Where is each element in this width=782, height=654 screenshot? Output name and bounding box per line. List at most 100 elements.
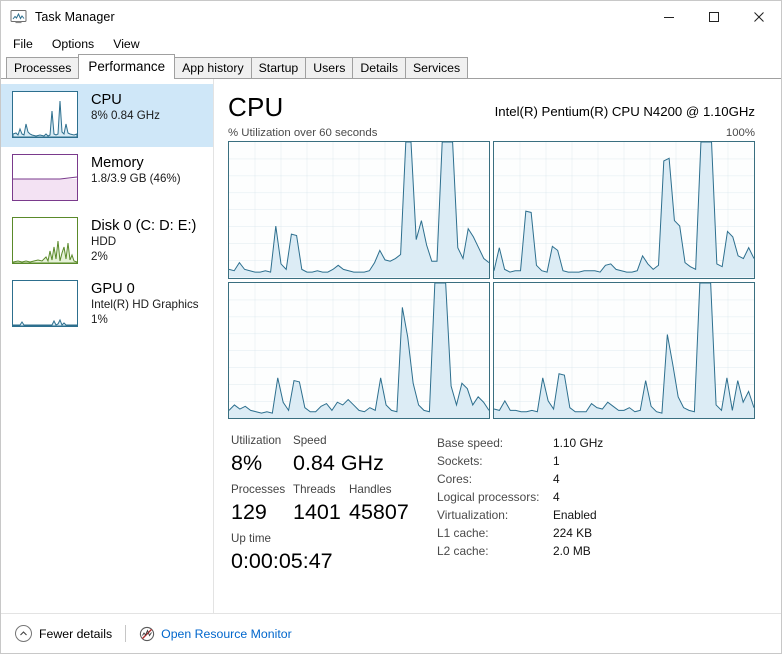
cpu-graph-0[interactable] (228, 141, 490, 279)
sidebar-gpu-sub1: Intel(R) HD Graphics (91, 298, 199, 311)
sidebar-item-gpu[interactable]: GPU 0 Intel(R) HD Graphics 1% (1, 273, 213, 336)
spec-row-cores: Cores: 4 (437, 470, 757, 488)
spec-row-sockets: Sockets: 1 (437, 452, 757, 470)
sidebar-gpu-sub2: 1% (91, 312, 108, 326)
cpu-graph-1[interactable] (493, 141, 755, 279)
tab-users[interactable]: Users (305, 57, 354, 78)
tab-performance[interactable]: Performance (78, 54, 176, 79)
stats-row-2: Processes Threads Handles (231, 481, 437, 498)
menu-item-view[interactable]: View (109, 35, 148, 53)
sidebar-item-disk[interactable]: Disk 0 (C: D: E:) HDD 2% (1, 210, 213, 273)
spec-value-l1-cache: 224 KB (553, 526, 593, 540)
performance-detail-panel: CPU Intel(R) Pentium(R) CPU N4200 @ 1.10… (214, 79, 781, 613)
spec-key-logical-processors: Logical processors: (437, 490, 540, 504)
memory-thumbnail-graph (12, 154, 78, 201)
tab-processes[interactable]: Processes (6, 57, 80, 78)
cpu-core-graphs (228, 141, 757, 419)
speed-value: 0.84 GHz (293, 451, 384, 475)
spec-key-virtualization: Virtualization: (437, 508, 509, 522)
tab-app-history[interactable]: App history (174, 57, 252, 78)
content-area: CPU 8% 0.84 GHz Memory 1.8/3.9 GB (46%) (1, 79, 781, 613)
spec-row-l2-cache: L2 cache: 2.0 MB (437, 542, 757, 560)
cpu-model-name: Intel(R) Pentium(R) CPU N4200 @ 1.10GHz (494, 104, 755, 119)
tab-services[interactable]: Services (404, 57, 469, 78)
menu-bar: File Options View (1, 32, 781, 55)
cpu-info: CPU 8% 0.84 GHz (91, 91, 160, 124)
stats-row-1-values: 8% 0.84 GHz (231, 449, 437, 481)
sidebar-item-memory[interactable]: Memory 1.8/3.9 GB (46%) (1, 147, 213, 210)
sidebar-disk-sub1: HDD (91, 235, 117, 248)
fewer-details-label: Fewer details (39, 626, 113, 641)
cpu-thumbnail-graph (12, 91, 78, 138)
spec-key-sockets: Sockets: (437, 454, 483, 468)
processes-label: Processes (231, 483, 286, 496)
status-separator (125, 625, 127, 642)
sidebar-memory-sub: 1.8/3.9 GB (46%) (91, 172, 181, 185)
maximize-button[interactable] (691, 1, 736, 32)
threads-value: 1401 (293, 500, 341, 524)
cpu-spec-list: Base speed: 1.10 GHz Sockets: 1 Cores: 4… (437, 432, 757, 579)
fewer-details-button[interactable]: Fewer details (15, 625, 112, 642)
title-bar: Task Manager (1, 1, 781, 32)
open-resource-monitor-link[interactable]: Open Resource Monitor (139, 626, 292, 642)
spec-value-virtualization: Enabled (553, 508, 597, 522)
utilization-label: Utilization (231, 434, 282, 447)
minimize-button[interactable] (646, 1, 691, 32)
stat-utilization: Utilization (231, 432, 293, 449)
menu-item-file[interactable]: File (9, 35, 42, 53)
handles-value: 45807 (349, 500, 409, 524)
stat-speed: Speed (293, 432, 381, 449)
spec-key-cores: Cores: (437, 472, 473, 486)
sidebar-disk-title: Disk 0 (C: D: E:) (91, 218, 197, 234)
resource-monitor-icon (139, 626, 155, 642)
menu-item-options[interactable]: Options (48, 35, 103, 53)
uptime-value: 0:00:05:47 (231, 549, 333, 573)
stats-row-3: Up time 0:00:05:47 (231, 530, 437, 579)
resource-sidebar: CPU 8% 0.84 GHz Memory 1.8/3.9 GB (46%) (1, 79, 214, 613)
gpu-thumbnail-graph (12, 280, 78, 327)
spec-key-l2-cache: L2 cache: (437, 544, 489, 558)
sidebar-disk-sub2: 2% (91, 249, 108, 263)
spec-row-logical-processors: Logical processors: 4 (437, 488, 757, 506)
gpu-info: GPU 0 Intel(R) HD Graphics 1% (91, 280, 199, 327)
graph-caption-left: % Utilization over 60 seconds (228, 127, 378, 139)
spec-value-l2-cache: 2.0 MB (553, 544, 591, 558)
window-controls (646, 1, 781, 32)
cpu-graph-2[interactable] (228, 281, 490, 419)
uptime-label: Up time (231, 532, 271, 545)
tab-strip: Processes Performance App history Startu… (1, 54, 781, 79)
speed-label: Speed (293, 434, 327, 447)
sidebar-item-cpu[interactable]: CPU 8% 0.84 GHz (1, 84, 213, 147)
spec-row-l1-cache: L1 cache: 224 KB (437, 524, 757, 542)
spec-value-base-speed: 1.10 GHz (553, 436, 604, 450)
memory-info: Memory 1.8/3.9 GB (46%) (91, 154, 181, 187)
window-title: Task Manager (35, 9, 115, 24)
spec-value-sockets: 1 (553, 454, 560, 468)
tab-details[interactable]: Details (352, 57, 406, 78)
spec-key-l1-cache: L1 cache: (437, 526, 489, 540)
stats-left-column: Utilization Speed 8% 0.84 GHz Processes … (231, 432, 437, 579)
graph-caption-right: 100% (725, 127, 755, 139)
disk-thumbnail-graph (12, 217, 78, 264)
close-button[interactable] (736, 1, 781, 32)
tab-startup[interactable]: Startup (250, 57, 307, 78)
spec-value-logical-processors: 4 (553, 490, 560, 504)
spec-value-cores: 4 (553, 472, 560, 486)
panel-header: CPU Intel(R) Pentium(R) CPU N4200 @ 1.10… (228, 91, 757, 123)
handles-label: Handles (349, 483, 392, 496)
spec-row-virtualization: Virtualization: Enabled (437, 506, 757, 524)
stats-row-1: Utilization Speed (231, 432, 437, 449)
page-title: CPU (228, 92, 284, 122)
stats-row-2-values: 129 1401 45807 (231, 498, 437, 530)
sidebar-gpu-title: GPU 0 (91, 281, 135, 297)
spec-row-base-speed: Base speed: 1.10 GHz (437, 434, 757, 452)
cpu-graph-3[interactable] (493, 281, 755, 419)
graph-caption: % Utilization over 60 seconds 100% (228, 127, 757, 139)
task-manager-icon (10, 9, 27, 25)
open-resource-monitor-label: Open Resource Monitor (161, 626, 292, 641)
processes-value: 129 (231, 500, 267, 524)
sidebar-cpu-sub: 8% 0.84 GHz (91, 109, 160, 122)
task-manager-window: Task Manager File Options View Processes… (0, 0, 782, 654)
sidebar-cpu-title: CPU (91, 92, 122, 108)
sidebar-memory-title: Memory (91, 155, 144, 171)
